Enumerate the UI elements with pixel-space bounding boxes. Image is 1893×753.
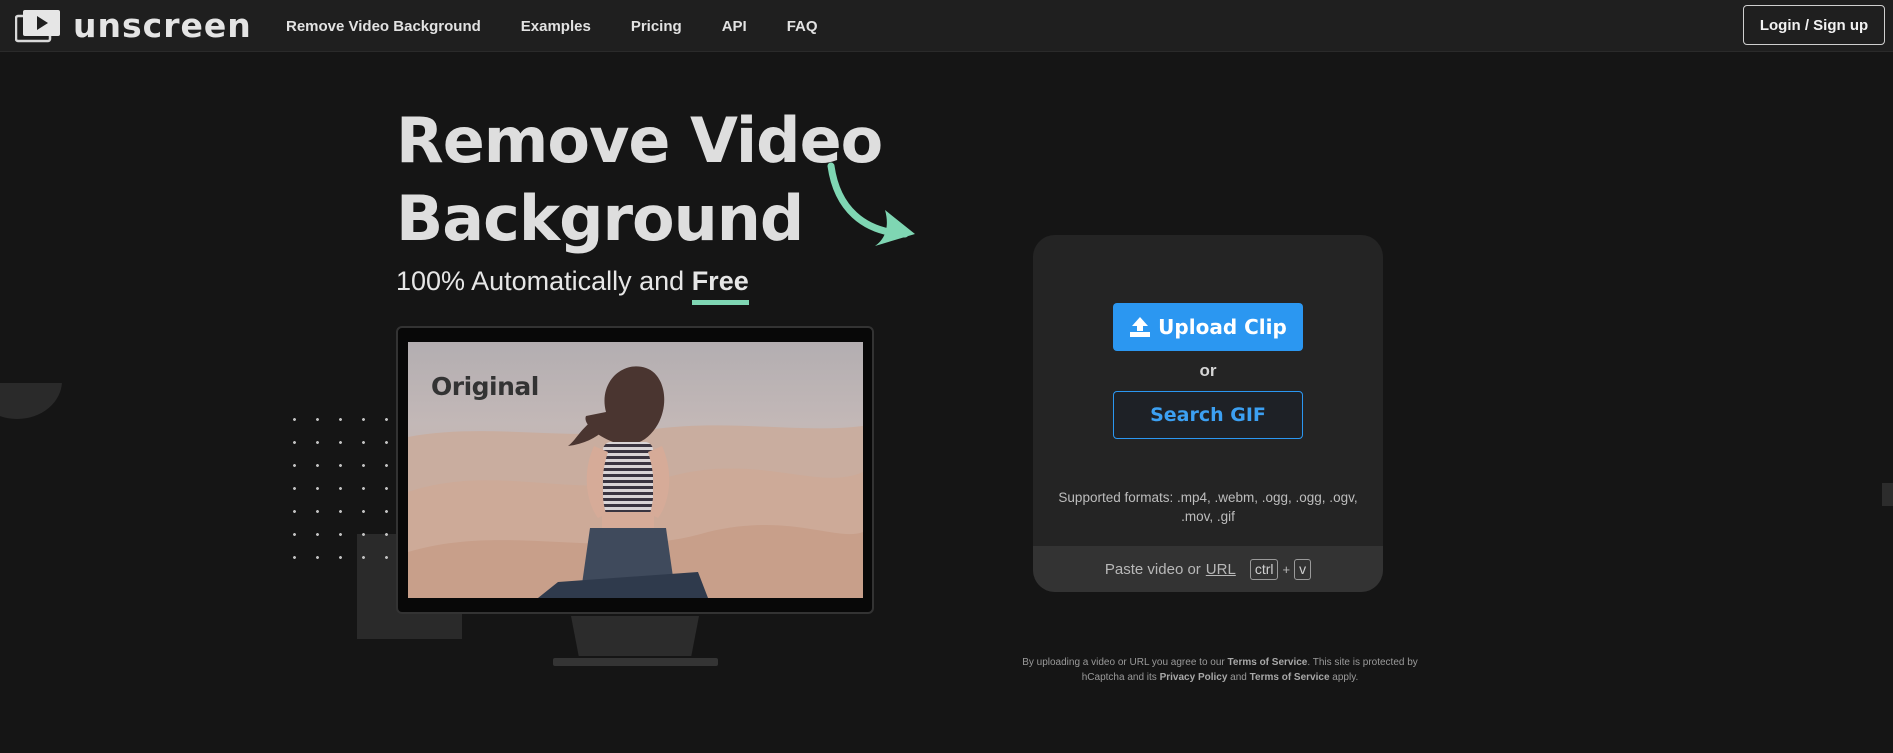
v-key: v [1294, 558, 1312, 580]
terms-of-service-link[interactable]: Terms of Service [1228, 657, 1308, 668]
main-nav: Remove Video Background Examples Pricing… [286, 0, 858, 52]
ctrl-key: ctrl [1249, 558, 1279, 580]
nav-examples[interactable]: Examples [521, 18, 591, 35]
legal-text-4: apply. [1329, 672, 1359, 683]
hcaptcha-terms-link[interactable]: Terms of Service [1250, 672, 1330, 683]
monitor-stand-neck [571, 616, 699, 656]
supported-formats-line1: Supported formats: .mp4, .webm, .ogg, .o… [1058, 490, 1358, 505]
supported-formats: Supported formats: .mp4, .webm, .ogg, .o… [1053, 488, 1363, 526]
decorative-dot-grid [293, 418, 395, 564]
privacy-policy-link[interactable]: Privacy Policy [1160, 672, 1228, 683]
paste-prefix: Paste video or [1104, 560, 1201, 578]
arrow-icon [827, 162, 915, 246]
decorative-edge-shape [1882, 483, 1893, 506]
preview-monitor: Original [396, 326, 874, 614]
logo-icon [15, 10, 60, 43]
paste-url-bar[interactable]: Paste video or URL ctrl + v [1033, 546, 1383, 592]
hero-subtitle-prefix: 100% Automatically and [396, 266, 692, 296]
legal-text-3: and [1227, 672, 1250, 683]
nav-remove-video-background[interactable]: Remove Video Background [286, 18, 481, 35]
upload-card[interactable]: Upload Clip or Search GIF Supported form… [1033, 235, 1383, 592]
paste-url-link[interactable]: URL [1206, 561, 1236, 578]
decorative-half-circle [0, 383, 62, 419]
nav-pricing[interactable]: Pricing [631, 18, 682, 35]
nav-api[interactable]: API [722, 18, 747, 35]
legal-notice: By uploading a video or URL you agree to… [1020, 655, 1420, 685]
top-navigation-bar: unscreen Remove Video Background Example… [0, 0, 1893, 52]
upload-clip-button[interactable]: Upload Clip [1113, 303, 1303, 351]
hero-subtitle: 100% Automatically and Free [396, 266, 749, 305]
monitor-stand-base [553, 658, 718, 666]
or-separator: or [1199, 361, 1217, 380]
login-signup-button[interactable]: Login / Sign up [1743, 5, 1885, 45]
legal-text-1: By uploading a video or URL you agree to… [1022, 657, 1228, 668]
search-gif-button[interactable]: Search GIF [1113, 391, 1303, 439]
logo[interactable]: unscreen [15, 9, 252, 43]
preview-label: Original [431, 372, 539, 401]
plus-sign: + [1282, 561, 1291, 577]
upload-clip-label: Upload Clip [1158, 315, 1287, 339]
logo-text: unscreen [73, 6, 252, 45]
nav-faq[interactable]: FAQ [787, 18, 818, 35]
supported-formats-line2: .mov, .gif [1181, 509, 1235, 524]
hero-subtitle-free: Free [691, 266, 749, 305]
page-title-line1: Remove Video [396, 104, 883, 177]
preview-video: Original [408, 342, 863, 598]
page-title-line2: Background [396, 182, 804, 255]
upload-icon [1130, 317, 1151, 337]
